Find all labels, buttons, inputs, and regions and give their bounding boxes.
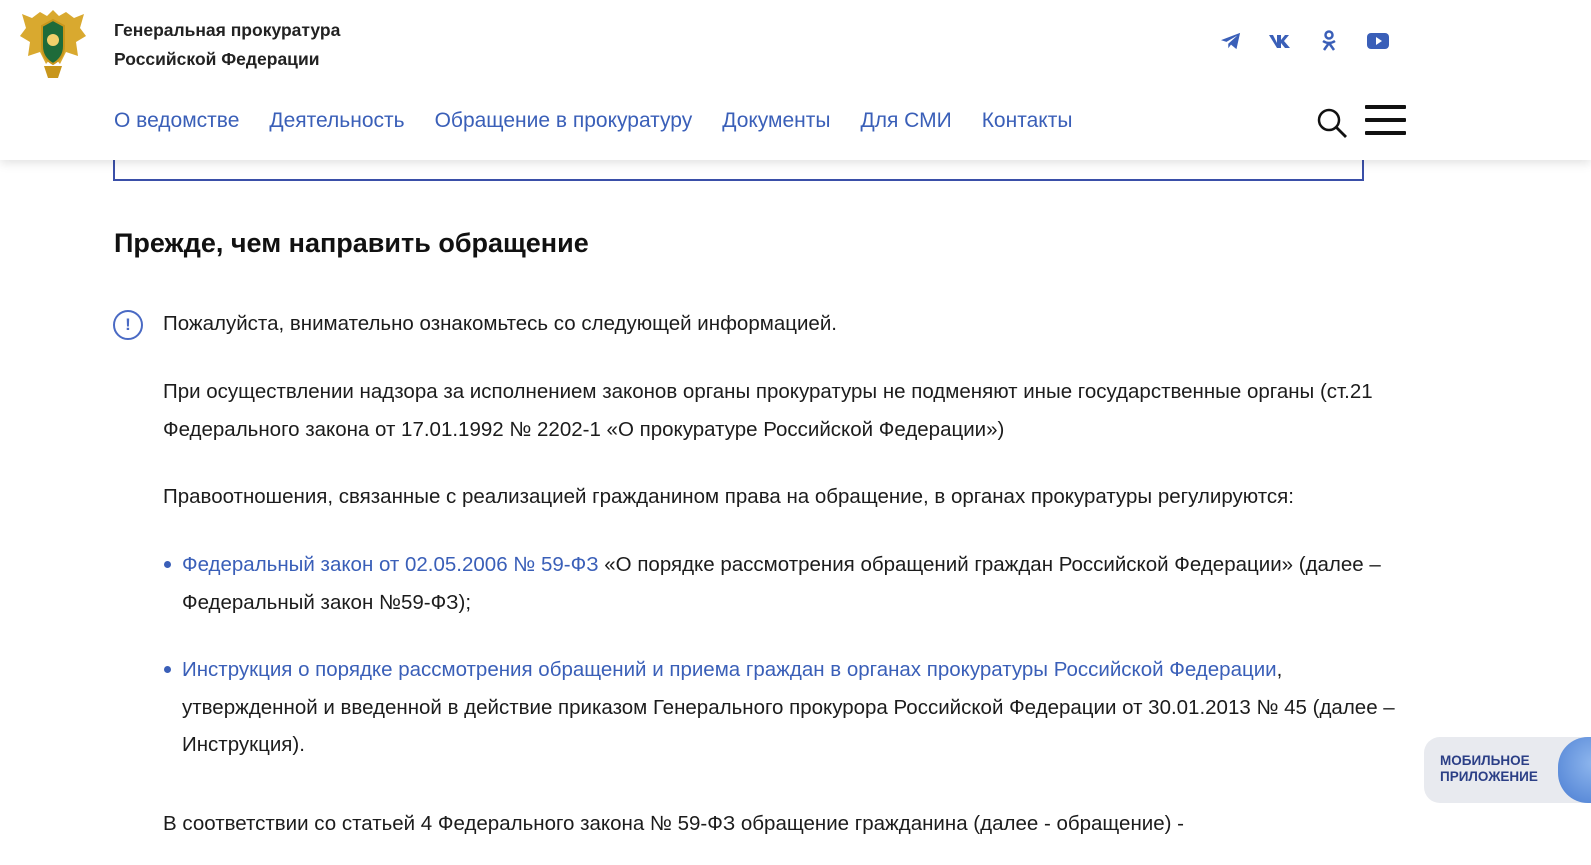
nav-appeal[interactable]: Обращение в прокуратуру (435, 109, 693, 133)
emblem-logo[interactable] (14, 2, 92, 82)
nav-about[interactable]: О ведомстве (114, 109, 239, 133)
instruction-link[interactable]: Инструкция о порядке рассмотрения обраще… (182, 658, 1277, 681)
paragraph-article4: В соответствии со статьей 4 Федерального… (163, 812, 1184, 835)
nav-activity[interactable]: Деятельность (269, 109, 404, 133)
search-icon[interactable] (1315, 106, 1349, 140)
social-links (1218, 28, 1391, 54)
paragraph-regulation: Правоотношения, связанные с реализацией … (163, 485, 1294, 508)
mobile-app-button[interactable]: МОБИЛЬНОЕ ПРИЛОЖЕНИЕ (1424, 737, 1591, 803)
vk-icon[interactable] (1267, 28, 1293, 54)
info-exclamation-icon: ! (113, 310, 143, 340)
nav-documents[interactable]: Документы (722, 109, 830, 133)
org-name[interactable]: Генеральная прокуратура Российской Федер… (114, 16, 340, 74)
page-title: Прежде, чем направить обращение (114, 228, 589, 258)
law-59fz-link[interactable]: Федеральный закон от 02.05.2006 № 59-ФЗ (182, 553, 599, 576)
site-header: Генеральная прокуратура Российской Федер… (0, 0, 1591, 160)
telegram-icon[interactable] (1218, 28, 1244, 54)
nav-contacts[interactable]: Контакты (982, 109, 1073, 133)
main-nav: О ведомстве Деятельность Обращение в про… (114, 109, 1072, 133)
bullet-dot (164, 666, 171, 673)
paragraph-supervision: При осуществлении надзора за исполнением… (163, 380, 1373, 441)
nav-media[interactable]: Для СМИ (861, 109, 952, 133)
list-item: Инструкция о порядке рассмотрения обраще… (182, 651, 1404, 764)
list-item: Федеральный закон от 02.05.2006 № 59-ФЗ … (182, 546, 1404, 621)
hamburger-menu-icon[interactable] (1365, 105, 1406, 139)
mobile-app-label: МОБИЛЬНОЕ ПРИЛОЖЕНИЕ (1440, 753, 1538, 784)
mobile-app-graphic (1558, 737, 1591, 803)
org-name-line1: Генеральная прокуратура (114, 20, 341, 40)
youtube-icon[interactable] (1365, 28, 1391, 54)
org-name-line2: Российской Федерации (114, 49, 320, 69)
bullet-dot (164, 561, 171, 568)
odnoklassniki-icon[interactable] (1316, 28, 1342, 54)
notice-text: Пожалуйста, внимательно ознакомьтесь со … (163, 312, 837, 335)
